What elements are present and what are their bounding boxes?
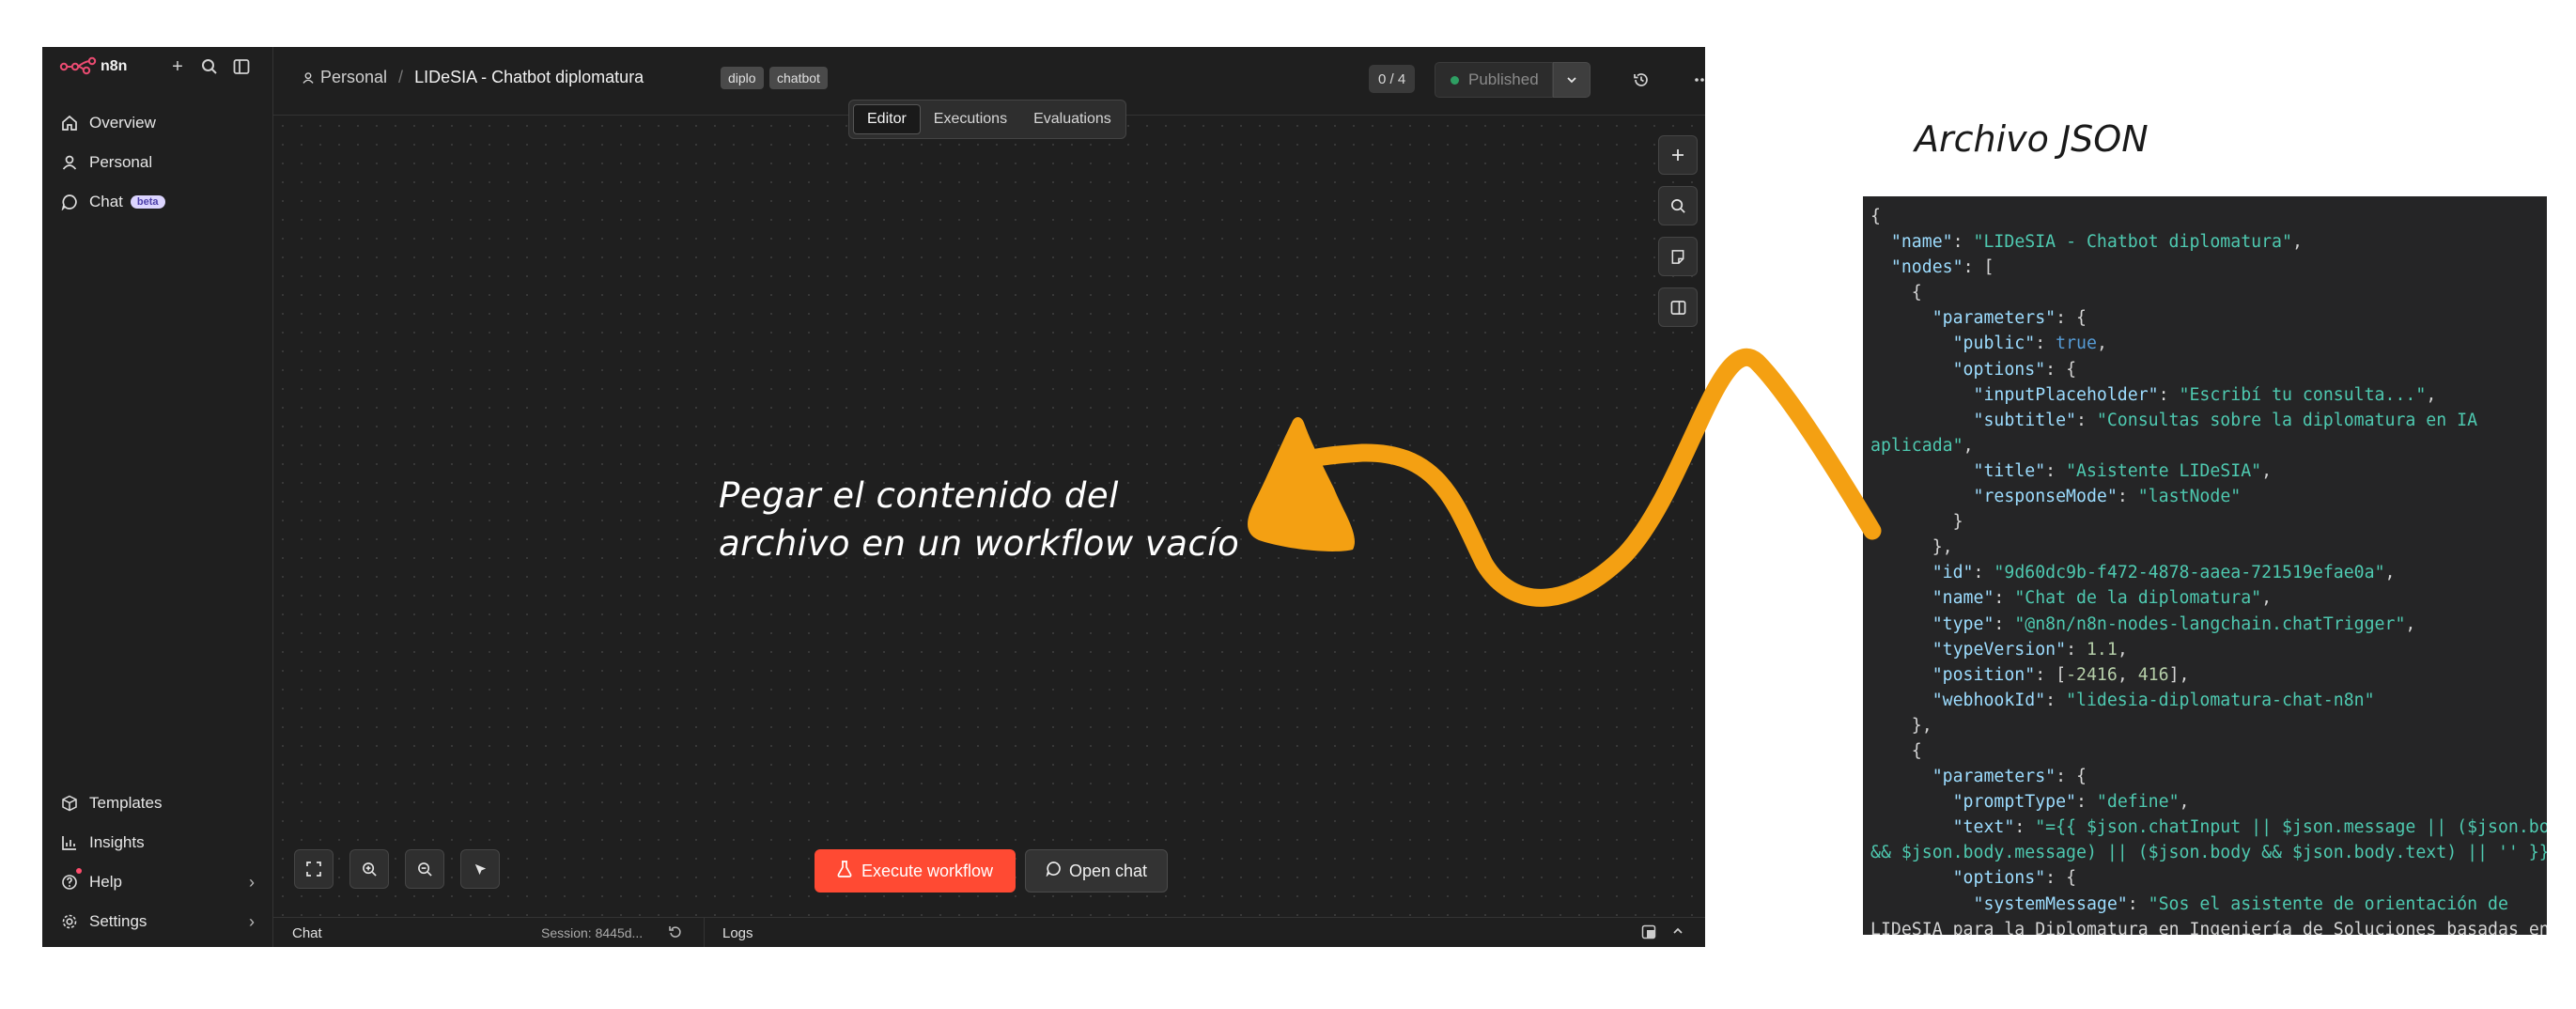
sticky-note-button[interactable] xyxy=(1658,237,1698,276)
zoom-in-button[interactable] xyxy=(349,849,389,889)
sidebar-item-label: Templates xyxy=(89,794,163,812)
search-icon xyxy=(1670,198,1685,213)
status-dot xyxy=(1451,75,1459,85)
publish-button[interactable]: Published xyxy=(1435,62,1553,98)
zoom-in-icon xyxy=(362,862,377,877)
chat-icon xyxy=(61,194,77,210)
box-icon xyxy=(62,795,77,812)
user-icon xyxy=(303,71,314,84)
sidebar-item-label: Settings xyxy=(89,912,147,930)
sidebar-item-label: Chat xyxy=(89,193,123,210)
popout-icon[interactable] xyxy=(1641,924,1656,943)
breadcrumb-separator: / xyxy=(398,68,404,86)
execute-workflow-button[interactable]: Execute workflow xyxy=(815,849,1016,893)
publish-dropdown-button[interactable] xyxy=(1553,62,1591,98)
chat-panel-label[interactable]: Chat xyxy=(292,925,322,941)
chat-icon xyxy=(1046,861,1062,881)
sidebar-item-help[interactable]: Help › xyxy=(52,862,264,902)
help-icon xyxy=(62,875,77,890)
chevron-right-icon: › xyxy=(249,911,255,931)
add-node-button[interactable] xyxy=(1658,135,1698,175)
collapse-sidebar-icon[interactable] xyxy=(229,54,254,79)
logs-bar: Chat Session: 8445d... Logs xyxy=(273,917,1705,947)
open-chat-label: Open chat xyxy=(1068,861,1148,880)
json-code: { "name": "LIDeSIA - Chatbot diplomatura… xyxy=(1870,207,2547,935)
toggle-panel-button[interactable] xyxy=(1658,287,1698,327)
sidebar-header: n8n + xyxy=(42,47,273,86)
sidebar-item-personal[interactable]: Personal xyxy=(52,143,264,182)
logo-text: n8n xyxy=(101,58,128,74)
sidebar-item-label: Help xyxy=(89,873,122,891)
add-icon[interactable]: + xyxy=(165,54,190,79)
workflow-tag[interactable]: chatbot xyxy=(769,67,828,89)
fullscreen-icon xyxy=(306,862,321,877)
fit-view-button[interactable] xyxy=(294,849,334,889)
sidebar-item-label: Insights xyxy=(89,833,145,851)
tab-editor[interactable]: Editor xyxy=(853,104,921,134)
search-nodes-button[interactable] xyxy=(1658,186,1698,225)
chevron-right-icon: › xyxy=(249,872,255,892)
cursor-icon xyxy=(474,863,486,875)
sidebar-nav: Overview Personal Chat beta xyxy=(52,103,264,222)
json-file-title: Archivo JSON xyxy=(1915,118,2149,160)
sidebar-item-templates[interactable]: Templates xyxy=(52,784,264,823)
annotation-line: archivo en un workflow vacío xyxy=(719,523,1240,564)
user-icon xyxy=(62,155,77,170)
workflow-tag[interactable]: diplo xyxy=(721,67,764,89)
zoom-out-icon xyxy=(417,862,432,877)
annotation-line: Pegar el contenido del xyxy=(719,475,1119,516)
notification-dot xyxy=(76,868,82,874)
publish-label: Published xyxy=(1468,70,1539,88)
sidebar-item-insights[interactable]: Insights xyxy=(52,823,264,862)
workflow-title[interactable]: LIDeSIA - Chatbot diplomatura xyxy=(414,68,644,87)
tab-evaluations[interactable]: Evaluations xyxy=(1020,104,1125,134)
plus-icon xyxy=(1672,149,1684,161)
gear-icon xyxy=(62,914,77,929)
n8n-logo-icon xyxy=(59,56,97,75)
divider xyxy=(704,918,705,947)
logs-label[interactable]: Logs xyxy=(722,925,753,941)
reset-session-icon[interactable] xyxy=(668,924,683,942)
sidebar-item-chat[interactable]: Chat beta xyxy=(52,182,264,222)
beta-badge: beta xyxy=(130,195,165,209)
chevron-down-icon xyxy=(1567,77,1576,84)
zoom-out-button[interactable] xyxy=(405,849,444,889)
chart-icon xyxy=(62,836,76,850)
home-icon xyxy=(62,115,77,131)
execute-label: Execute workflow xyxy=(861,861,994,880)
more-options-icon[interactable] xyxy=(1687,65,1705,95)
sidebar-item-label: Overview xyxy=(89,114,156,132)
session-id: Session: 8445d... xyxy=(541,925,644,940)
panel-icon xyxy=(1670,300,1685,315)
chevron-up-icon[interactable] xyxy=(1671,924,1684,941)
sidebar-item-overview[interactable]: Overview xyxy=(52,103,264,143)
view-tabs: Editor Executions Evaluations xyxy=(848,100,1126,139)
history-icon[interactable] xyxy=(1626,65,1656,95)
search-icon[interactable] xyxy=(197,54,222,79)
sidebar: n8n + Overview Personal Chat beta Templa… xyxy=(42,47,273,947)
flask-icon xyxy=(837,860,852,882)
sidebar-bottom: Templates Insights Help › Settings › xyxy=(52,784,264,941)
sidebar-item-label: Personal xyxy=(89,153,153,171)
open-chat-button[interactable]: Open chat xyxy=(1025,849,1168,893)
breadcrumb-project[interactable]: Personal xyxy=(320,68,387,87)
note-icon xyxy=(1671,249,1684,264)
sidebar-item-settings[interactable]: Settings › xyxy=(52,902,264,941)
version-counter: 0 / 4 xyxy=(1369,65,1416,93)
breadcrumb: Personal / LIDeSIA - Chatbot diplomatura xyxy=(302,68,644,87)
tab-executions[interactable]: Executions xyxy=(921,104,1020,134)
json-file-preview: { "name": "LIDeSIA - Chatbot diplomatura… xyxy=(1863,196,2547,935)
n8n-window: n8n + Overview Personal Chat beta Templa… xyxy=(42,47,1705,947)
instruction-annotation: Pegar el contenido del archivo en un wor… xyxy=(719,472,1282,567)
select-mode-button[interactable] xyxy=(460,849,500,889)
